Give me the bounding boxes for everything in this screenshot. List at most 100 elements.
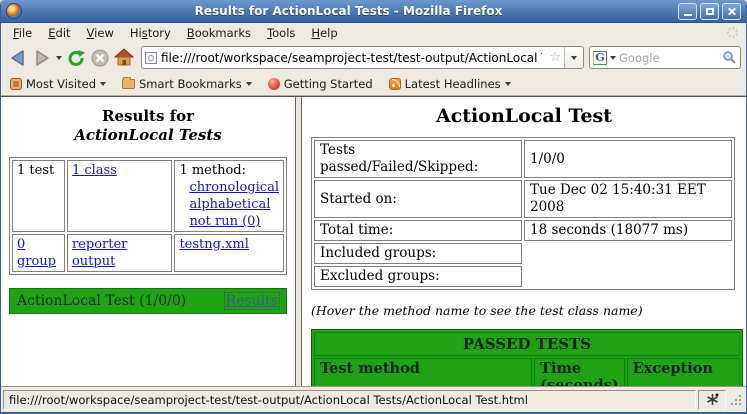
menu-tools[interactable]: Tools bbox=[259, 24, 303, 42]
info-value: 18 seconds (18077 ms) bbox=[524, 220, 732, 241]
menu-help[interactable]: Help bbox=[303, 24, 345, 42]
table-row: Tests passed/Failed/Skipped: 1/0/0 bbox=[314, 140, 732, 178]
search-input[interactable] bbox=[619, 51, 722, 65]
hover-hint-note: (Hover the method name to see the test c… bbox=[311, 303, 737, 318]
reload-icon bbox=[66, 48, 86, 68]
menu-view[interactable]: View bbox=[79, 24, 122, 42]
bookmark-label: Getting Started bbox=[284, 77, 373, 91]
suite-result-bar: ActionLocal Test (1/0/0) Results bbox=[9, 288, 287, 314]
home-button[interactable] bbox=[112, 45, 136, 71]
bookmarks-toolbar: Most Visited Smart Bookmarks Getting Sta… bbox=[1, 73, 746, 96]
table-row: Started on: Tue Dec 02 15:40:31 EET 2008 bbox=[314, 180, 732, 218]
alphabetical-link[interactable]: alphabetical bbox=[189, 196, 279, 213]
column-header-test-method: Test method bbox=[314, 358, 532, 386]
url-dropdown-button[interactable] bbox=[564, 47, 583, 68]
test-count-cell: 1 test bbox=[12, 160, 65, 232]
table-row: Total time: 18 seconds (18077 ms) bbox=[314, 220, 732, 241]
class-count-cell: 1 class bbox=[67, 160, 172, 232]
minimize-icon bbox=[684, 14, 692, 16]
bookmark-star-icon[interactable]: ☆ bbox=[546, 51, 564, 64]
info-label: Included groups: bbox=[314, 243, 522, 264]
not-run-link[interactable]: not run (0) bbox=[189, 213, 279, 230]
info-label: Started on: bbox=[314, 180, 522, 218]
testng-xml-link[interactable]: testng.xml bbox=[179, 237, 248, 252]
page-content: Results for ActionLocal Tests 1 test 1 c… bbox=[1, 96, 746, 386]
column-header-time: Time (seconds) bbox=[534, 358, 624, 386]
navigation-toolbar: ☆ G bbox=[1, 42, 746, 73]
forward-button[interactable] bbox=[30, 45, 54, 71]
window-resize-grip[interactable] bbox=[728, 390, 744, 410]
bookmark-label: Smart Bookmarks bbox=[139, 77, 242, 91]
table-row: Test method Time (seconds) Exception bbox=[314, 358, 740, 386]
title-bar[interactable]: Results for ActionLocal Tests - Mozilla … bbox=[1, 0, 746, 23]
suite-results-link[interactable]: Results bbox=[225, 293, 279, 309]
method-count-label: 1 method: bbox=[179, 163, 246, 178]
search-bar[interactable]: G bbox=[589, 46, 741, 69]
url-bar[interactable]: ☆ bbox=[141, 46, 584, 69]
forward-icon bbox=[32, 48, 52, 68]
most-visited-icon bbox=[10, 78, 22, 90]
chevron-down-icon bbox=[246, 82, 252, 86]
folder-icon bbox=[122, 79, 135, 89]
chevron-down-icon bbox=[571, 56, 577, 60]
page-favicon bbox=[145, 52, 157, 64]
bookmark-latest-headlines[interactable]: Latest Headlines bbox=[389, 77, 511, 91]
reporter-output-link[interactable]: reporter output bbox=[72, 237, 127, 269]
back-button[interactable] bbox=[6, 45, 30, 71]
menu-file[interactable]: File bbox=[5, 24, 40, 42]
method-count-cell: 1 method: chronological alphabetical not… bbox=[174, 160, 284, 232]
search-icon[interactable] bbox=[722, 50, 737, 65]
stop-button[interactable] bbox=[88, 45, 112, 71]
maximize-button[interactable] bbox=[700, 3, 719, 20]
reporter-output-cell: reporter output bbox=[67, 234, 172, 272]
bookmark-most-visited[interactable]: Most Visited bbox=[10, 77, 106, 91]
table-row: PASSED TESTS bbox=[314, 332, 740, 356]
window-title: Results for ActionLocal Tests - Mozilla … bbox=[22, 4, 675, 18]
passed-tests-table: PASSED TESTS Test method Time (seconds) … bbox=[311, 329, 743, 386]
bookmark-label: Latest Headlines bbox=[405, 77, 501, 91]
addon-icon bbox=[706, 393, 719, 406]
search-engine-dropdown-icon[interactable] bbox=[610, 56, 616, 60]
menu-history[interactable]: History bbox=[122, 24, 179, 42]
menu-bookmarks[interactable]: Bookmarks bbox=[179, 24, 259, 42]
chevron-down-icon bbox=[56, 56, 62, 60]
groups-link[interactable]: 0 group bbox=[17, 237, 56, 269]
table-row: Included groups: bbox=[314, 243, 732, 264]
resize-grip-icon bbox=[730, 394, 742, 406]
table-row: Excluded groups: bbox=[314, 266, 732, 287]
left-frame-title: Results for ActionLocal Tests bbox=[9, 107, 287, 145]
test-info-table: Tests passed/Failed/Skipped: 1/0/0 Start… bbox=[311, 137, 735, 290]
column-header-exception: Exception bbox=[627, 358, 740, 386]
chronological-link[interactable]: chronological bbox=[189, 179, 279, 196]
throbber-icon bbox=[727, 27, 738, 38]
maximize-icon bbox=[706, 8, 714, 15]
firefox-logo-icon bbox=[6, 3, 22, 19]
back-icon bbox=[8, 48, 28, 68]
info-label: Excluded groups: bbox=[314, 266, 522, 287]
url-input[interactable] bbox=[157, 51, 546, 65]
close-button[interactable] bbox=[722, 3, 741, 20]
history-dropdown-button[interactable] bbox=[54, 45, 64, 71]
chevron-down-icon bbox=[505, 82, 511, 86]
close-icon bbox=[727, 7, 736, 16]
info-value: Tue Dec 02 15:40:31 EET 2008 bbox=[524, 180, 732, 218]
home-icon bbox=[114, 48, 134, 67]
minimize-button[interactable] bbox=[678, 3, 697, 20]
bookmark-getting-started[interactable]: Getting Started bbox=[268, 77, 373, 91]
left-title-line1: Results for bbox=[9, 107, 287, 126]
suite-summary-table: 1 test 1 class 1 method: chronological a… bbox=[9, 157, 287, 275]
classes-link[interactable]: 1 class bbox=[72, 163, 117, 178]
testng-xml-cell: testng.xml bbox=[174, 234, 284, 272]
menu-edit[interactable]: Edit bbox=[40, 24, 78, 42]
info-label: Tests passed/Failed/Skipped: bbox=[314, 140, 522, 178]
info-value: 1/0/0 bbox=[524, 140, 732, 178]
bookmark-smart-bookmarks[interactable]: Smart Bookmarks bbox=[122, 77, 252, 91]
browser-window: Results for ActionLocal Tests - Mozilla … bbox=[0, 0, 747, 414]
group-count-cell: 0 group bbox=[12, 234, 65, 272]
addon-status-button[interactable] bbox=[698, 390, 726, 410]
results-frame: ActionLocal Test Tests passed/Failed/Ski… bbox=[302, 97, 746, 386]
status-bar: file:///root/workspace/seamproject-test/… bbox=[1, 386, 746, 412]
reload-button[interactable] bbox=[64, 45, 88, 71]
info-label: Total time: bbox=[314, 220, 522, 241]
navigator-frame: Results for ActionLocal Tests 1 test 1 c… bbox=[1, 97, 296, 386]
